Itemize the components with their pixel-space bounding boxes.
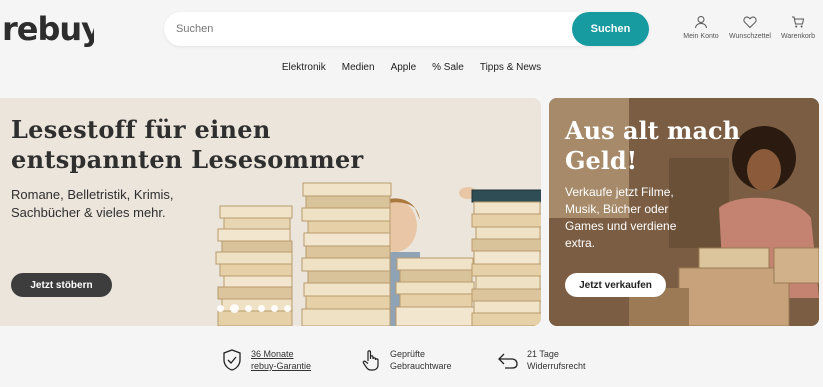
hero-title: Lesestoff für einen entspannten Lesesomm… (11, 115, 364, 174)
shield-check-icon (223, 349, 241, 371)
nav-item-sale[interactable]: % Sale (424, 62, 472, 76)
usp-guarantee-line2: rebuy-Garantie (251, 361, 312, 371)
nav-item-tipps-news[interactable]: Tipps & News (472, 62, 549, 76)
usp-guarantee-text[interactable]: 36 Monate rebuy-Garantie (251, 348, 311, 372)
usp-return-line1: 21 Tage (527, 349, 559, 359)
main-nav: Elektronik Medien Apple % Sale Tipps & N… (0, 62, 823, 76)
carousel-dot[interactable] (271, 305, 278, 312)
sell-button[interactable]: Jetzt verkaufen (565, 273, 666, 297)
return-arrow-icon (498, 353, 518, 369)
carousel-dot[interactable] (258, 305, 265, 312)
usp-checked: Geprüfte Gebrauchtware (360, 348, 452, 372)
nav-item-apple[interactable]: Apple (383, 62, 425, 76)
browse-button[interactable]: Jetzt stöbern (11, 273, 112, 297)
usp-guarantee[interactable]: 36 Monate rebuy-Garantie (221, 348, 311, 372)
account-link[interactable]: Mein Konto (673, 15, 729, 40)
wishlist-label: Wunschzettel (729, 33, 771, 40)
sell-subtitle: Verkaufe jetzt Filme, Musik, Bücher oder… (565, 185, 677, 250)
nav-item-elektronik[interactable]: Elektronik (274, 62, 334, 76)
logo-text: rebuy (2, 10, 94, 48)
cart-link[interactable]: Warenkorb (770, 15, 823, 40)
user-icon (695, 16, 707, 29)
usp-checked-text: Geprüfte Gebrauchtware (390, 348, 452, 372)
hero-subtitle: Romane, Belletristik, Krimis, Sachbücher… (11, 187, 174, 220)
account-label: Mein Konto (683, 33, 719, 40)
carousel-dot[interactable] (245, 305, 252, 312)
carousel-dot[interactable] (284, 305, 291, 312)
usp-checked-line2: Gebrauchtware (390, 361, 452, 371)
sell-title: Aus alt mach Geld! (565, 116, 741, 175)
search-bar: Suchen (164, 12, 649, 46)
cart-icon (792, 16, 805, 28)
search-input[interactable] (176, 12, 566, 46)
usp-return-line2: Widerrufsrecht (527, 361, 586, 371)
nav-item-medien[interactable]: Medien (334, 62, 383, 76)
hero-banner-sell[interactable]: Aus alt mach Geld! Verkaufe jetzt Filme,… (549, 98, 819, 326)
hand-pointer-icon (362, 350, 379, 371)
heart-icon (743, 16, 757, 29)
carousel-dots (217, 304, 291, 313)
hero-banner-books[interactable]: Lesestoff für einen entspannten Lesesomm… (0, 98, 541, 326)
carousel-dot[interactable] (217, 305, 224, 312)
site-header: rebuy Suchen Mein Konto Wunschzettel War… (0, 0, 823, 88)
usp-return-text: 21 Tage Widerrufsrecht (527, 348, 586, 372)
usp-guarantee-line1: 36 Monate (251, 349, 294, 359)
rebuy-logo[interactable]: rebuy (2, 10, 94, 50)
usp-return: 21 Tage Widerrufsrecht (497, 348, 586, 372)
usp-checked-line1: Geprüfte (390, 349, 426, 359)
search-button[interactable]: Suchen (572, 12, 649, 46)
carousel-dot[interactable] (230, 304, 239, 313)
cart-label: Warenkorb (781, 33, 815, 40)
